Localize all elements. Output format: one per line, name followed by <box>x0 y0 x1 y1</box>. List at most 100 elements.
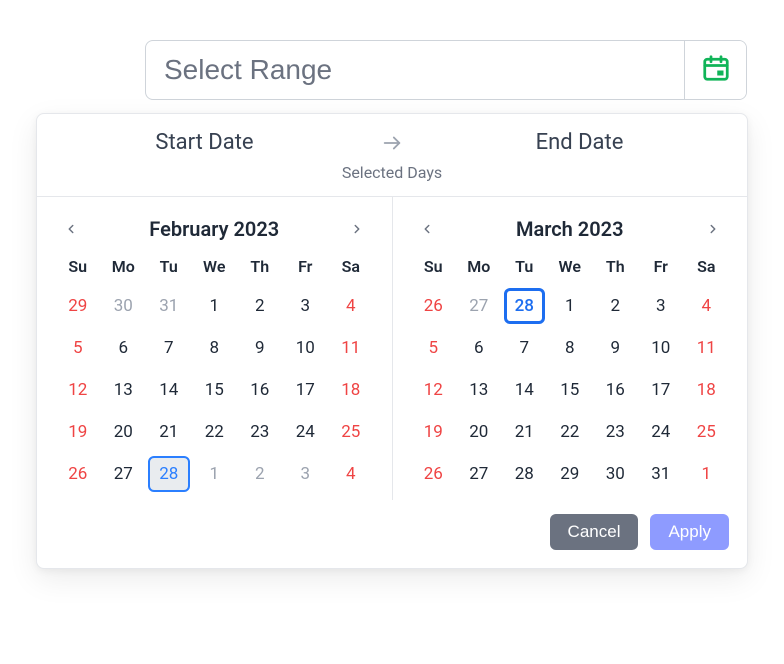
day-cell[interactable]: 27 <box>458 288 500 324</box>
day-cell[interactable]: 2 <box>239 288 281 324</box>
day-cell[interactable]: 7 <box>148 330 190 366</box>
day-cell[interactable]: 1 <box>194 288 236 324</box>
day-cell[interactable]: 3 <box>640 288 682 324</box>
day-cell[interactable]: 28 <box>504 288 546 324</box>
date-range-input-wrapper <box>145 40 747 100</box>
weekday-header: Mo <box>103 257 145 282</box>
popover-header: Start Date End Date Selected Days <box>37 114 747 197</box>
calendar-toggle-button[interactable] <box>684 41 746 99</box>
day-cell[interactable]: 26 <box>413 456 455 492</box>
day-cell[interactable]: 8 <box>549 330 591 366</box>
apply-button[interactable]: Apply <box>650 514 729 550</box>
day-cell[interactable]: 13 <box>103 372 145 408</box>
day-cell[interactable]: 3 <box>285 288 327 324</box>
day-cell[interactable]: 4 <box>686 288 728 324</box>
day-cell[interactable]: 5 <box>413 330 455 366</box>
next-month-button[interactable] <box>343 215 371 243</box>
next-month-button[interactable] <box>699 215 727 243</box>
day-cell[interactable]: 14 <box>148 372 190 408</box>
day-cell[interactable]: 1 <box>194 456 236 492</box>
calendar-panels: February 2023 SuMoTuWeThFrSa293031123456… <box>37 197 747 500</box>
day-cell[interactable]: 16 <box>595 372 637 408</box>
end-date-label: End Date <box>412 130 747 155</box>
day-cell[interactable]: 29 <box>549 456 591 492</box>
calendar-panel-right: March 2023 SuMoTuWeThFrSa262728123456789… <box>392 197 748 500</box>
day-cell[interactable]: 28 <box>504 456 546 492</box>
day-cell[interactable]: 20 <box>103 414 145 450</box>
day-cell[interactable]: 16 <box>239 372 281 408</box>
day-cell[interactable]: 22 <box>549 414 591 450</box>
day-cell[interactable]: 1 <box>549 288 591 324</box>
day-cell[interactable]: 23 <box>239 414 281 450</box>
day-cell[interactable]: 14 <box>504 372 546 408</box>
day-cell[interactable]: 6 <box>103 330 145 366</box>
prev-month-button[interactable] <box>57 215 85 243</box>
day-cell[interactable]: 3 <box>285 456 327 492</box>
day-cell[interactable]: 31 <box>148 288 190 324</box>
weekday-header: Mo <box>458 257 500 282</box>
weekday-header: Th <box>239 257 281 282</box>
day-cell[interactable]: 28 <box>148 456 190 492</box>
day-cell[interactable]: 19 <box>413 414 455 450</box>
day-cell[interactable]: 1 <box>686 456 728 492</box>
day-cell[interactable]: 5 <box>57 330 99 366</box>
day-cell[interactable]: 24 <box>640 414 682 450</box>
calendar-panel-left: February 2023 SuMoTuWeThFrSa293031123456… <box>37 197 392 500</box>
date-range-input[interactable] <box>146 41 684 99</box>
weekday-header: Th <box>595 257 637 282</box>
day-cell[interactable]: 31 <box>640 456 682 492</box>
day-cell[interactable]: 12 <box>413 372 455 408</box>
cancel-button[interactable]: Cancel <box>550 514 639 550</box>
day-cell[interactable]: 11 <box>686 330 728 366</box>
day-cell[interactable]: 2 <box>239 456 281 492</box>
day-cell[interactable]: 27 <box>103 456 145 492</box>
day-cell[interactable]: 25 <box>330 414 372 450</box>
arrow-right-icon <box>372 132 412 154</box>
day-cell[interactable]: 12 <box>57 372 99 408</box>
day-cell[interactable]: 2 <box>595 288 637 324</box>
weekday-header: We <box>194 257 236 282</box>
day-cell[interactable]: 11 <box>330 330 372 366</box>
day-cell[interactable]: 29 <box>57 288 99 324</box>
day-cell[interactable]: 30 <box>595 456 637 492</box>
weekday-header: Fr <box>640 257 682 282</box>
weekday-header: Sa <box>330 257 372 282</box>
day-cell[interactable]: 30 <box>103 288 145 324</box>
day-cell[interactable]: 10 <box>285 330 327 366</box>
day-cell[interactable]: 27 <box>458 456 500 492</box>
day-cell[interactable]: 18 <box>330 372 372 408</box>
day-cell[interactable]: 9 <box>239 330 281 366</box>
day-cell[interactable]: 15 <box>194 372 236 408</box>
day-cell[interactable]: 24 <box>285 414 327 450</box>
day-cell[interactable]: 17 <box>640 372 682 408</box>
day-cell[interactable]: 6 <box>458 330 500 366</box>
day-cell[interactable]: 21 <box>148 414 190 450</box>
day-cell[interactable]: 23 <box>595 414 637 450</box>
day-cell[interactable]: 25 <box>686 414 728 450</box>
day-cell[interactable]: 18 <box>686 372 728 408</box>
weekday-header: Fr <box>285 257 327 282</box>
day-cell[interactable]: 7 <box>504 330 546 366</box>
day-cell[interactable]: 9 <box>595 330 637 366</box>
calendar-grid-right: SuMoTuWeThFrSa26272812345678910111213141… <box>413 257 728 492</box>
month-title-right: March 2023 <box>516 217 624 241</box>
day-cell[interactable]: 21 <box>504 414 546 450</box>
day-cell[interactable]: 19 <box>57 414 99 450</box>
day-cell[interactable]: 13 <box>458 372 500 408</box>
weekday-header: Su <box>57 257 99 282</box>
weekday-header: Tu <box>504 257 546 282</box>
day-cell[interactable]: 26 <box>57 456 99 492</box>
weekday-header: Sa <box>686 257 728 282</box>
day-cell[interactable]: 26 <box>413 288 455 324</box>
start-date-label: Start Date <box>37 130 372 155</box>
day-cell[interactable]: 20 <box>458 414 500 450</box>
day-cell[interactable]: 4 <box>330 288 372 324</box>
day-cell[interactable]: 15 <box>549 372 591 408</box>
day-cell[interactable]: 17 <box>285 372 327 408</box>
day-cell[interactable]: 22 <box>194 414 236 450</box>
day-cell[interactable]: 8 <box>194 330 236 366</box>
day-cell[interactable]: 4 <box>330 456 372 492</box>
prev-month-button[interactable] <box>413 215 441 243</box>
day-cell[interactable]: 10 <box>640 330 682 366</box>
weekday-header: We <box>549 257 591 282</box>
